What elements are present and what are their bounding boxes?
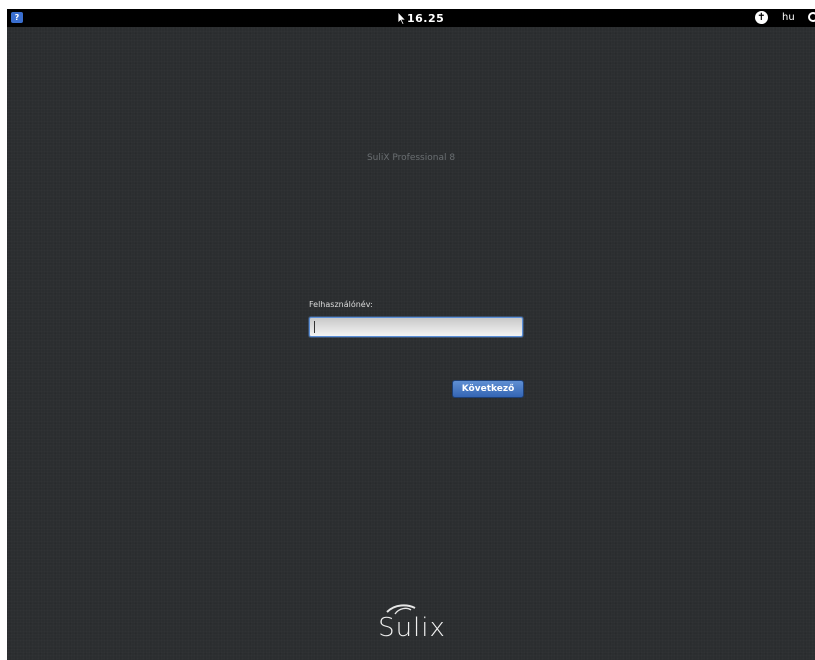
sulix-logo-image: Sulix [378,604,446,643]
sulix-logo: Sulix [357,602,467,643]
clock[interactable]: 16.25 [407,12,444,25]
clock-area[interactable]: 16.25 [397,9,444,27]
username-input[interactable] [309,317,523,337]
power-icon[interactable] [808,12,815,22]
accessibility-icon[interactable]: ? [11,12,23,23]
logo-text: Sulix [378,613,446,642]
next-button[interactable]: Következő [452,380,524,398]
text-caret [314,321,315,333]
login-screen: ? 16.25 ✝ hu SuliX Professional 8 Felhas… [7,9,815,660]
universal-access-icon[interactable]: ✝ [755,11,768,24]
top-panel: ? 16.25 ✝ hu [7,9,815,27]
keyboard-language-indicator[interactable]: hu [782,9,795,27]
distro-title: SuliX Professional 8 [366,153,456,163]
mouse-cursor-icon [397,11,407,25]
username-label: Felhasználónév: [309,300,373,309]
